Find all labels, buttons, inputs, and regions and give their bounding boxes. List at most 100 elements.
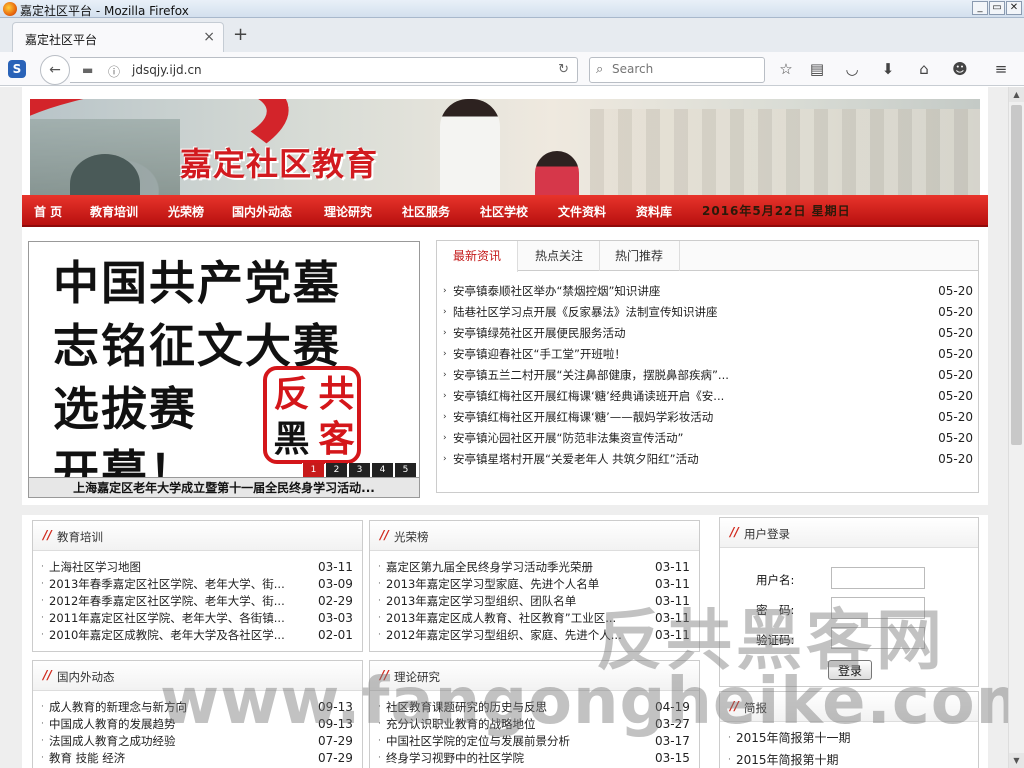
slide-page-button[interactable]: 4 xyxy=(371,463,393,477)
list-item[interactable]: · 2012年嘉定区学习型组织、家庭、先进个人... 03-11 xyxy=(378,627,693,644)
news-title[interactable]: 安亭镇迎春社区“手工堂”开班啦！ xyxy=(453,344,893,365)
reload-icon[interactable]: ↻ xyxy=(558,62,569,77)
news-item[interactable]: › 安亭镇沁园社区开展“防范非法集资宣传活动” 05-20 xyxy=(443,428,973,449)
item-title[interactable]: 2013年春季嘉定区社区学院、老年大学、街... xyxy=(49,576,306,593)
item-title[interactable]: 2011年嘉定区社区学院、老年大学、各街镇... xyxy=(49,610,306,627)
panel-title[interactable]: 光荣榜 xyxy=(394,529,429,545)
search-input[interactable] xyxy=(612,62,752,76)
item-title[interactable]: 成人教育的新理念与新方向 xyxy=(49,699,306,716)
password-input[interactable] xyxy=(831,597,925,619)
news-title[interactable]: 安亭镇沁园社区开展“防范非法集资宣传活动” xyxy=(453,428,893,449)
item-title[interactable]: 中国成人教育的发展趋势 xyxy=(49,716,306,733)
list-item[interactable]: · 2013年嘉定区学习型组织、团队名单 03-11 xyxy=(378,593,693,610)
back-button[interactable]: ← xyxy=(40,55,70,85)
maximize-button[interactable]: ▭ xyxy=(989,1,1005,15)
nav-school[interactable]: 社区学校 xyxy=(480,203,528,220)
list-item[interactable]: · 2011年嘉定区社区学院、老年大学、各街镇... 03-03 xyxy=(41,610,356,627)
panel-title[interactable]: 国内外动态 xyxy=(57,669,115,685)
nav-database[interactable]: 资料库 xyxy=(636,203,672,220)
news-title[interactable]: 安亭镇红梅社区开展红梅课‘糖’——靓妈学彩妆活动 xyxy=(453,407,893,428)
news-title[interactable]: 安亭镇红梅社区开展红梅课‘糖’经典诵读班开启《安... xyxy=(453,386,893,407)
scroll-up-icon[interactable]: ▲ xyxy=(1009,87,1024,102)
brief-title[interactable]: 2015年简报第十期 xyxy=(736,752,966,768)
home-icon[interactable]: ⌂ xyxy=(915,60,933,78)
item-title[interactable]: 2013年嘉定区学习型家庭、先进个人名单 xyxy=(386,576,643,593)
new-tab-button[interactable]: + xyxy=(233,24,248,45)
nav-theory[interactable]: 理论研究 xyxy=(324,203,372,220)
slide-page-button[interactable]: 1 xyxy=(302,463,324,477)
item-title[interactable]: 嘉定区第九届全民终身学习活动季光荣册 xyxy=(386,559,643,576)
news-title[interactable]: 安亭镇绿苑社区开展便民服务活动 xyxy=(453,323,893,344)
news-item[interactable]: › 安亭镇红梅社区开展红梅课‘糖’——靓妈学彩妆活动 05-20 xyxy=(443,407,973,428)
slideshow[interactable]: 中国共产党墓 志铭征文大赛 选拔赛 开幕！ 反 共 黑 客 1 2 3 4 5 … xyxy=(28,241,420,499)
tab-recommended[interactable]: 热门推荐 xyxy=(599,241,681,271)
news-title[interactable]: 安亭镇泰顺社区举办“禁烟控烟”知识讲座 xyxy=(453,281,893,302)
list-item[interactable]: · 终身学习视野中的社区学院 03-15 xyxy=(378,750,693,767)
item-title[interactable]: 2012年春季嘉定区社区学院、老年大学、街... xyxy=(49,593,306,610)
news-item[interactable]: › 安亭镇红梅社区开展红梅课‘糖’经典诵读班开启《安... 05-20 xyxy=(443,386,973,407)
nav-documents[interactable]: 文件资料 xyxy=(558,203,606,220)
scroll-thumb[interactable] xyxy=(1011,105,1022,445)
reading-list-icon[interactable]: ▤ xyxy=(808,60,826,78)
info-icon[interactable]: ⓘ xyxy=(108,63,120,80)
tab-hot[interactable]: 热点关注 xyxy=(519,241,601,271)
scroll-down-icon[interactable]: ▼ xyxy=(1009,753,1024,768)
list-item[interactable]: · 2012年春季嘉定区社区学院、老年大学、街... 02-29 xyxy=(41,593,356,610)
tab-close-icon[interactable]: × xyxy=(203,29,215,45)
page-icon[interactable]: ▬ xyxy=(82,63,93,77)
item-title[interactable]: 充分认识职业教育的战略地位 xyxy=(386,716,643,733)
star-icon[interactable]: ☆ xyxy=(777,60,795,78)
item-title[interactable]: 2012年嘉定区学习型组织、家庭、先进个人... xyxy=(386,627,643,644)
item-title[interactable]: 教育 技能 经济 xyxy=(49,750,306,767)
news-item[interactable]: › 陆巷社区学习点开展《反家暴法》法制宣传知识讲座 05-20 xyxy=(443,302,973,323)
panel-title[interactable]: 理论研究 xyxy=(394,669,440,685)
news-item[interactable]: › 安亭镇星塔村开展“关爱老年人 共筑夕阳红”活动 05-20 xyxy=(443,449,973,470)
minimize-button[interactable]: _ xyxy=(972,1,988,15)
list-item[interactable]: · 2013年嘉定区成人教育、社区教育”工业区... 03-11 xyxy=(378,610,693,627)
item-title[interactable]: 上海社区学习地图 xyxy=(49,559,306,576)
browser-tab[interactable]: 嘉定社区平台 × xyxy=(12,22,224,52)
list-item[interactable]: · 2010年嘉定区成教院、老年大学及各社区学... 02-01 xyxy=(41,627,356,644)
captcha-input[interactable] xyxy=(831,627,925,649)
news-item[interactable]: › 安亭镇迎春社区“手工堂”开班啦！ 05-20 xyxy=(443,344,973,365)
login-button[interactable]: 登录 xyxy=(828,660,872,680)
nav-honor[interactable]: 光荣榜 xyxy=(168,203,204,220)
list-item[interactable]: · 2013年春季嘉定区社区学院、老年大学、街... 03-09 xyxy=(41,576,356,593)
news-title[interactable]: 安亭镇星塔村开展“关爱老年人 共筑夕阳红”活动 xyxy=(453,449,893,470)
list-item[interactable]: · 法国成人教育之成功经验 07-29 xyxy=(41,733,356,750)
panel-title[interactable]: 简报 xyxy=(744,700,767,716)
list-item[interactable]: · 2013年嘉定区学习型家庭、先进个人名单 03-11 xyxy=(378,576,693,593)
pocket-icon[interactable]: ◡ xyxy=(843,60,861,78)
list-item[interactable]: · 教育 技能 经济 07-29 xyxy=(41,750,356,767)
list-item[interactable]: · 2015年简报第十一期 xyxy=(728,730,968,752)
list-item[interactable]: · 中国成人教育的发展趋势 09-13 xyxy=(41,716,356,733)
list-item[interactable]: · 上海社区学习地图 03-11 xyxy=(41,559,356,576)
slide-page-button[interactable]: 5 xyxy=(394,463,416,477)
url-text[interactable]: jdsqjy.ijd.cn xyxy=(132,63,202,77)
list-item[interactable]: · 充分认识职业教育的战略地位 03-27 xyxy=(378,716,693,733)
item-title[interactable]: 2013年嘉定区学习型组织、团队名单 xyxy=(386,593,643,610)
list-item[interactable]: · 社区教育课题研究的历史与反思 04-19 xyxy=(378,699,693,716)
list-item[interactable]: · 成人教育的新理念与新方向 09-13 xyxy=(41,699,356,716)
nav-domestic[interactable]: 国内外动态 xyxy=(232,203,292,220)
nav-home[interactable]: 首 页 xyxy=(34,203,62,220)
nav-education[interactable]: 教育培训 xyxy=(90,203,138,220)
list-item[interactable]: · 嘉定区第九届全民终身学习活动季光荣册 03-11 xyxy=(378,559,693,576)
username-input[interactable] xyxy=(831,567,925,589)
chat-icon[interactable]: ☻ xyxy=(951,60,969,78)
vertical-scrollbar[interactable]: ▲ ▼ xyxy=(1008,87,1024,768)
news-title[interactable]: 陆巷社区学习点开展《反家暴法》法制宣传知识讲座 xyxy=(453,302,893,323)
news-item[interactable]: › 安亭镇泰顺社区举办“禁烟控烟”知识讲座 05-20 xyxy=(443,281,973,302)
menu-icon[interactable]: ≡ xyxy=(992,60,1010,78)
search-bar[interactable]: ⌕ xyxy=(589,57,765,83)
news-title[interactable]: 安亭镇五兰二村开展“关注鼻部健康，摆脱鼻部疾病”... xyxy=(453,365,893,386)
item-title[interactable]: 终身学习视野中的社区学院 xyxy=(386,750,643,767)
news-item[interactable]: › 安亭镇绿苑社区开展便民服务活动 05-20 xyxy=(443,323,973,344)
list-item[interactable]: · 2015年简报第十期 xyxy=(728,752,968,768)
nav-service[interactable]: 社区服务 xyxy=(402,203,450,220)
sidebar-icon[interactable]: S xyxy=(8,60,26,78)
slide-page-button[interactable]: 3 xyxy=(348,463,370,477)
slide-page-button[interactable]: 2 xyxy=(325,463,347,477)
panel-title[interactable]: 教育培训 xyxy=(57,529,103,545)
item-title[interactable]: 社区教育课题研究的历史与反思 xyxy=(386,699,643,716)
